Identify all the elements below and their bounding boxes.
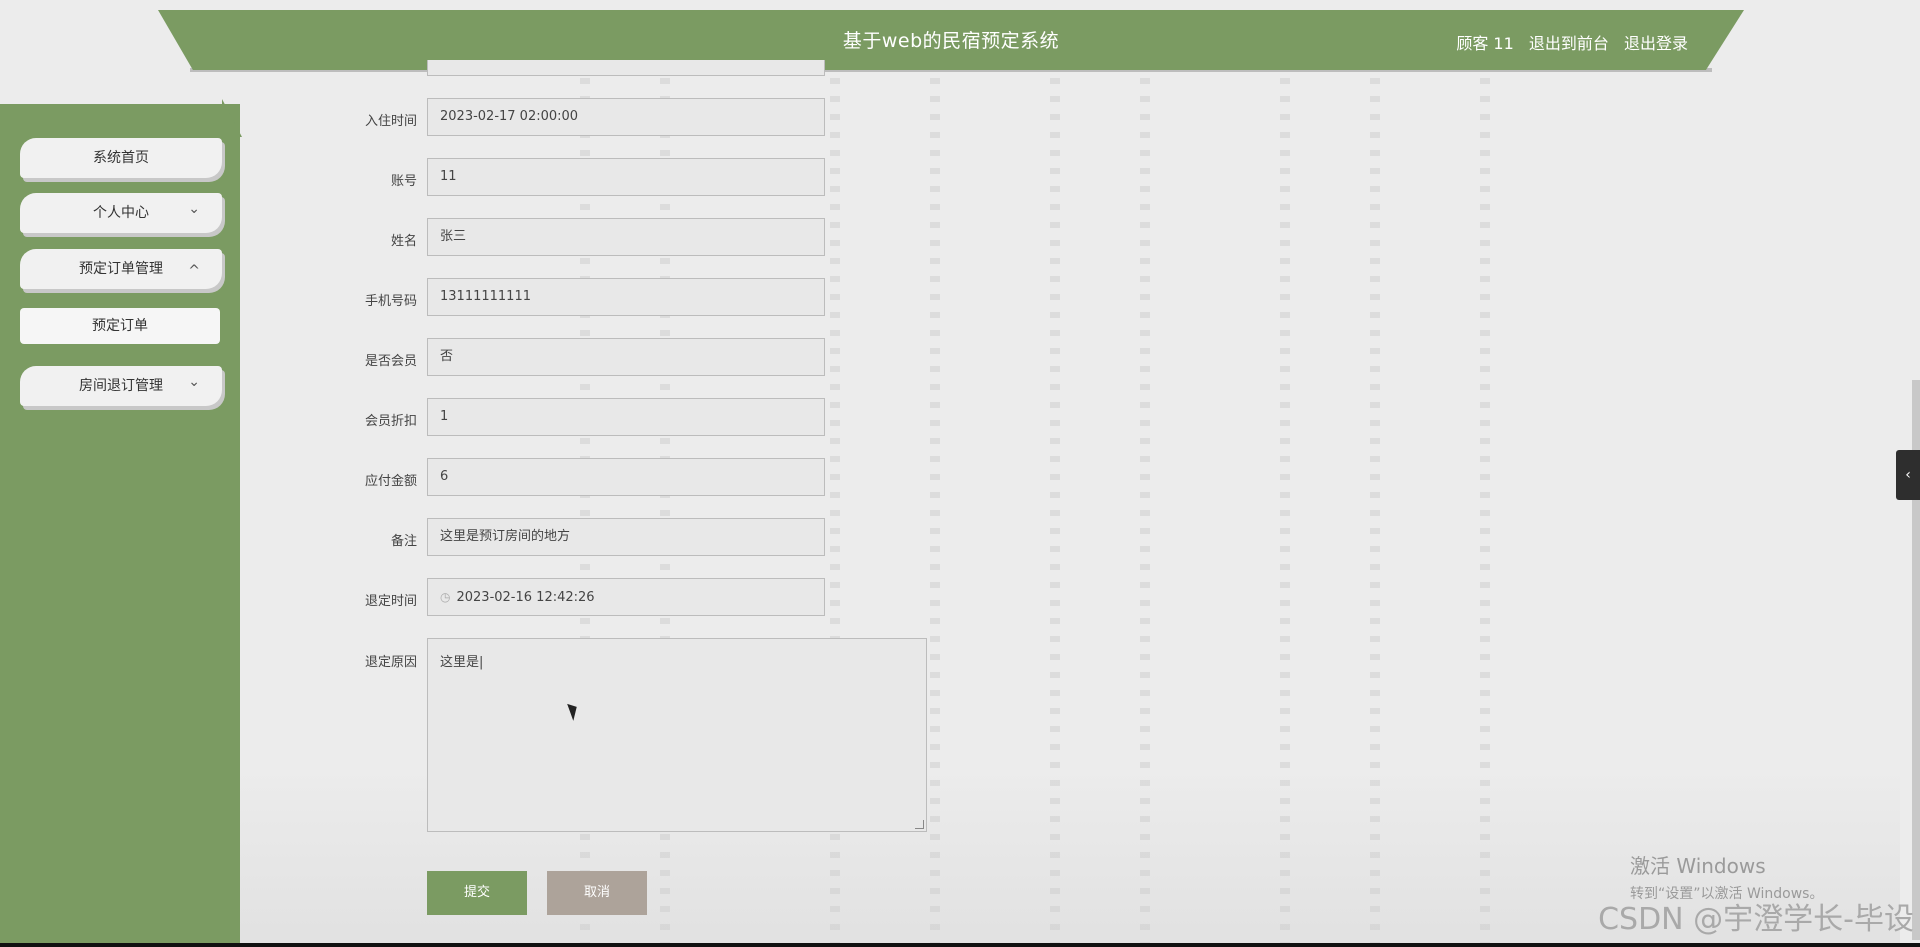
sidebar-item-label: 房间退订管理 xyxy=(79,378,163,394)
logout-link[interactable]: 退出登录 xyxy=(1624,34,1688,53)
current-user: 顾客 11 xyxy=(1456,34,1514,53)
clock-icon: ◷ xyxy=(440,590,451,604)
csdn-watermark: CSDN @宇澄学长-毕设 xyxy=(1598,902,1914,937)
cancel-time-value: 2023-02-16 12:42:26 xyxy=(456,590,595,605)
cancel-button[interactable]: 取消 xyxy=(547,871,647,915)
top-header: 基于web的民宿预定系统 顾客 11 退出到前台 退出登录 xyxy=(158,10,1744,70)
field-label-discount: 会员折扣 xyxy=(364,414,417,429)
resize-handle[interactable] xyxy=(915,820,924,829)
partial-field-above xyxy=(427,60,825,76)
sidebar-item-cancellation-management[interactable]: 房间退订管理 ⌄ xyxy=(20,366,222,406)
discount-field[interactable]: 1 xyxy=(427,398,825,436)
account-field[interactable]: 11 xyxy=(427,158,825,196)
sidebar-corner xyxy=(222,99,242,137)
sidebar-subitem-booking-orders[interactable]: 预定订单 xyxy=(20,308,220,344)
sidebar-item-booking-management[interactable]: 预定订单管理 ^ xyxy=(20,249,222,289)
sidebar-item-label: 系统首页 xyxy=(93,150,149,166)
field-label-name: 姓名 xyxy=(390,234,417,249)
header-actions: 顾客 11 退出到前台 退出登录 xyxy=(1446,30,1688,54)
cancel-reason-value: 这里是| xyxy=(440,655,484,670)
chevron-down-icon: ⌄ xyxy=(188,374,200,390)
submit-button[interactable]: 提交 xyxy=(427,871,527,915)
sidebar-item-label: 预定订单管理 xyxy=(79,261,163,277)
field-label-member: 是否会员 xyxy=(364,354,417,369)
bottom-border xyxy=(0,943,1920,947)
field-label-remark: 备注 xyxy=(390,534,417,549)
field-label-checkin-time: 入住时间 xyxy=(364,114,417,129)
checkin-time-field[interactable]: 2023-02-17 02:00:00 xyxy=(427,98,825,136)
sidebar-item-label: 个人中心 xyxy=(93,205,149,221)
field-label-phone: 手机号码 xyxy=(364,294,417,309)
field-label-cancel-time: 退定时间 xyxy=(364,594,417,609)
side-toggle-button[interactable]: ‹ xyxy=(1896,450,1920,500)
chevron-down-icon: ⌄ xyxy=(188,201,200,217)
field-label-cancel-reason: 退定原因 xyxy=(364,655,417,670)
field-label-account: 账号 xyxy=(390,174,417,189)
cancel-time-field[interactable]: ◷ 2023-02-16 12:42:26 xyxy=(427,578,825,616)
member-field[interactable]: 否 xyxy=(427,338,825,376)
sidebar-item-home[interactable]: 系统首页 xyxy=(20,138,222,178)
sidebar: 系统首页 个人中心 ⌄ 预定订单管理 ^ 预定订单 房间退订管理 ⌄ xyxy=(0,99,242,947)
cancel-reason-textarea[interactable]: 这里是| xyxy=(427,638,927,832)
remark-field[interactable]: 这里是预订房间的地方 xyxy=(427,518,825,556)
sidebar-item-label: 预定订单 xyxy=(92,318,148,334)
chevron-up-icon: ^ xyxy=(188,263,200,279)
amount-field[interactable]: 6 xyxy=(427,458,825,496)
name-field[interactable]: 张三 xyxy=(427,218,825,256)
field-label-amount: 应付金额 xyxy=(364,474,417,489)
back-to-front-link[interactable]: 退出到前台 xyxy=(1529,34,1609,53)
sidebar-item-personal-center[interactable]: 个人中心 ⌄ xyxy=(20,193,222,233)
phone-field[interactable]: 13111111111 xyxy=(427,278,825,316)
watermark-line1: 激活 Windows xyxy=(1630,854,1766,878)
